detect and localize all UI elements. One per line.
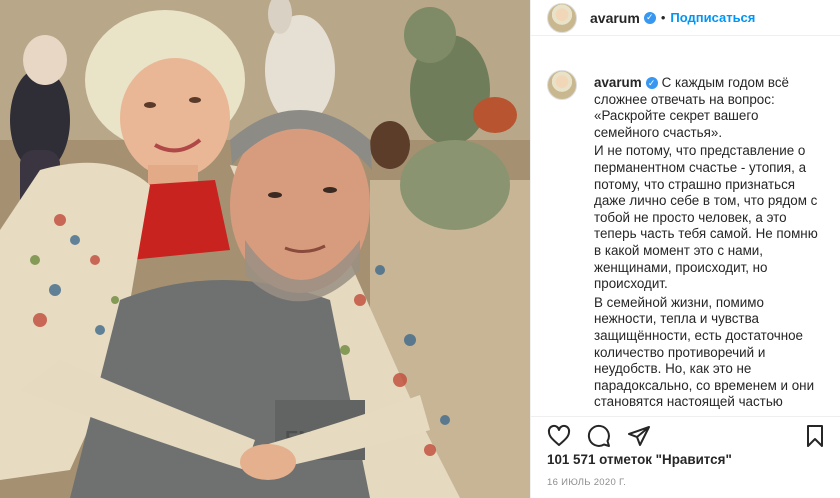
couple-photo-illustration: ENTIL	[0, 0, 530, 498]
comment-icon[interactable]	[587, 424, 611, 448]
heart-icon[interactable]	[547, 424, 571, 448]
caption-text: avarum ✓ С каждым годом всё сложнее отвеча…	[594, 64, 819, 411]
caption-paragraph-3: В семейной жизни, помимо нежности, тепла…	[594, 294, 815, 410]
post-date[interactable]: 16 ИЮЛЬ 2020 Г.	[547, 477, 626, 488]
post-header: avarum ✓ • Подписаться	[531, 0, 840, 36]
follow-button[interactable]: Подписаться	[670, 10, 755, 25]
caption-comment: avarum ✓ С каждым годом всё сложнее отвеча…	[531, 64, 840, 411]
caption-scroll-area[interactable]: avarum ✓ С каждым годом всё сложнее отвеча…	[531, 64, 840, 416]
header-separator: •	[660, 10, 666, 25]
likes-count[interactable]: 101 571 отметок "Нравится"	[547, 452, 732, 467]
caption-username[interactable]: avarum	[594, 75, 642, 90]
verified-badge-icon: ✓	[643, 11, 656, 24]
paper-plane-icon[interactable]	[627, 424, 651, 448]
verified-badge-icon: ✓	[645, 77, 658, 90]
caption-avatar[interactable]	[547, 70, 577, 100]
actions-divider	[531, 416, 840, 417]
post-actions	[531, 418, 840, 454]
bookmark-icon[interactable]	[803, 424, 827, 448]
caption-paragraph-2: И не потому, что представление о пермане…	[594, 143, 818, 292]
avatar[interactable]	[547, 2, 577, 33]
caption-paragraph-1: avarum ✓ С каждым годом всё сложнее отвеча…	[594, 75, 819, 141]
post-photo[interactable]: ENTIL	[0, 0, 530, 498]
post-side-panel: avarum ✓ • Подписаться avarum ✓ С каждым г…	[530, 0, 840, 498]
header-username[interactable]: avarum	[590, 10, 640, 26]
